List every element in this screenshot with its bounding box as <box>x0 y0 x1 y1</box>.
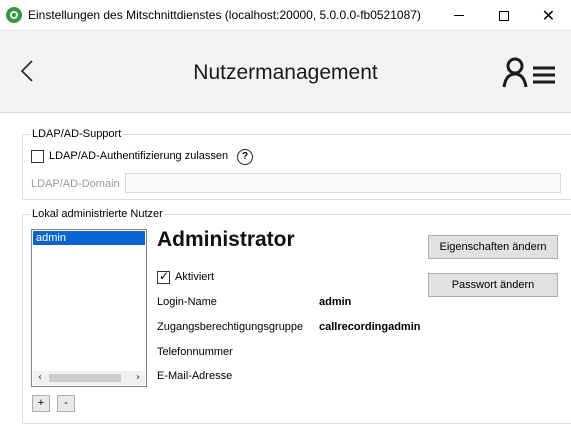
login-name-value: admin <box>319 296 352 308</box>
scroll-right-icon[interactable]: › <box>131 371 145 385</box>
close-button[interactable]: ✕ <box>526 0 571 31</box>
minimize-button[interactable] <box>436 0 481 31</box>
add-user-button[interactable]: + <box>32 395 50 412</box>
minimize-icon <box>453 15 464 16</box>
user-list[interactable]: admin ‹ › <box>31 229 147 387</box>
user-display-name: Administrator <box>157 228 295 251</box>
user-menu-icon <box>502 57 555 88</box>
scroll-left-icon[interactable]: ‹ <box>33 371 47 385</box>
page-header: Nutzermanagement <box>0 31 571 113</box>
login-name-label: Login-Name <box>157 296 217 308</box>
users-group-label: Lokal administrierte Nutzer <box>30 208 165 220</box>
phone-label: Telefonnummer <box>157 346 233 358</box>
maximize-icon <box>498 10 509 21</box>
scrollbar-thumb[interactable] <box>49 374 121 382</box>
edit-properties-button[interactable]: Eigenschaften ändern <box>428 235 558 259</box>
page-title: Nutzermanagement <box>193 61 378 84</box>
horizontal-scrollbar[interactable]: ‹ › <box>33 371 145 385</box>
ldap-auth-checkbox[interactable] <box>31 150 44 163</box>
maximize-button[interactable] <box>481 0 526 31</box>
activated-checkbox[interactable]: ✓ <box>157 269 170 284</box>
change-password-button[interactable]: Passwort ändern <box>428 273 558 297</box>
help-icon[interactable]: ? <box>237 149 253 165</box>
activated-label: Aktiviert <box>175 271 215 283</box>
user-menu-button[interactable] <box>502 56 558 90</box>
access-group-label: Zugangsberechtigungsgruppe <box>157 321 304 333</box>
app-icon <box>6 7 22 23</box>
remove-user-button[interactable]: - <box>57 395 75 412</box>
checkmark-icon: ✓ <box>159 269 170 283</box>
list-item[interactable]: admin <box>33 231 145 245</box>
ldap-auth-label: LDAP/AD-Authentifizierung zulassen <box>49 150 229 162</box>
ldap-group-label: LDAP/AD-Support <box>30 128 124 140</box>
ldap-domain-input[interactable] <box>125 173 561 193</box>
window-title: Einstellungen des Mitschnittdienstes (lo… <box>28 8 421 22</box>
window-titlebar: Einstellungen des Mitschnittdienstes (lo… <box>0 0 571 31</box>
email-label: E-Mail-Adresse <box>157 370 233 382</box>
access-group-value: callrecordingadmin <box>319 321 421 333</box>
close-icon: ✕ <box>541 5 556 25</box>
ldap-domain-label: LDAP/AD-Domain <box>31 178 120 190</box>
